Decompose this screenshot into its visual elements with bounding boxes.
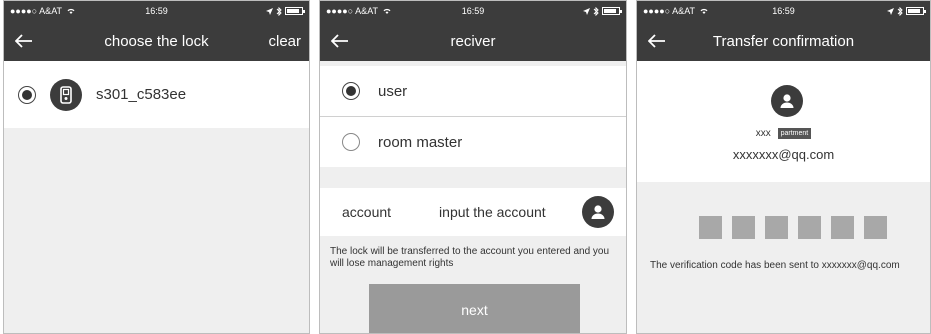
- battery-icon: [285, 7, 305, 15]
- back-arrow-icon: [15, 34, 32, 48]
- carrier-label: ●●●●○ A&AT: [643, 6, 696, 16]
- recipient-name-row: xxx partment: [637, 128, 930, 139]
- recipient-name: xxx: [755, 128, 771, 140]
- location-arrow-icon: [266, 7, 273, 15]
- screen-choose-lock: ●●●●○ A&AT 16:59 choose the lock clear s…: [3, 0, 310, 334]
- lock-list: s301_c583ee: [4, 61, 309, 128]
- wifi-icon: [67, 8, 75, 14]
- back-arrow-icon: [648, 34, 665, 48]
- location-arrow-icon: [583, 7, 590, 15]
- code-box[interactable]: [732, 216, 755, 239]
- carrier-label: ●●●●○ A&AT: [326, 6, 379, 16]
- department-badge: partment: [777, 128, 812, 139]
- code-sent-message: The verification code has been sent to x…: [650, 260, 900, 271]
- user-radio[interactable]: [342, 82, 360, 100]
- nav-bar: reciver: [320, 21, 626, 61]
- screen-receiver: ●●●●○ A&AT 16:59 reciver user room maste…: [319, 0, 627, 334]
- verification-code-input[interactable]: [699, 216, 887, 239]
- battery-icon: [906, 7, 926, 15]
- bluetooth-icon: [897, 6, 903, 16]
- screen-transfer-confirmation: ●●●●○ A&AT 16:59 Transfer confirmation x…: [636, 0, 931, 334]
- lock-radio[interactable]: [18, 85, 36, 104]
- code-box[interactable]: [699, 216, 722, 239]
- option-label: user: [378, 82, 408, 100]
- code-box[interactable]: [831, 216, 854, 239]
- contact-avatar-icon[interactable]: [582, 196, 614, 228]
- clear-button[interactable]: clear: [268, 33, 301, 50]
- transfer-note: The lock will be transferred to the acco…: [330, 246, 610, 269]
- wifi-icon: [700, 8, 708, 14]
- recipient-avatar-icon: [771, 85, 803, 117]
- recipient-card: [637, 61, 930, 182]
- nav-bar: Transfer confirmation: [637, 21, 930, 61]
- code-box[interactable]: [864, 216, 887, 239]
- location-arrow-icon: [887, 7, 894, 15]
- carrier-label: ●●●●○ A&AT: [10, 6, 63, 16]
- next-button[interactable]: next: [369, 284, 580, 333]
- lock-icon: [50, 78, 82, 111]
- status-bar: ●●●●○ A&AT 16:59: [4, 1, 309, 21]
- wifi-icon: [383, 8, 391, 14]
- page-title: Transfer confirmation: [712, 32, 855, 50]
- account-label: account: [342, 204, 392, 220]
- account-row: account input the account: [320, 188, 626, 236]
- page-title: reciver: [450, 32, 496, 50]
- bluetooth-icon: [593, 6, 599, 16]
- status-bar: ●●●●○ A&AT 16:59: [320, 1, 626, 21]
- back-arrow-icon: [331, 34, 348, 48]
- account-input[interactable]: input the account: [439, 204, 546, 220]
- page-title: choose the lock: [104, 32, 209, 50]
- nav-bar: choose the lock clear: [4, 21, 309, 61]
- code-box[interactable]: [798, 216, 821, 239]
- bluetooth-icon: [276, 6, 282, 16]
- back-button[interactable]: [637, 21, 677, 61]
- option-label: room master: [378, 133, 463, 151]
- receiver-options: user room master: [320, 66, 626, 167]
- back-button[interactable]: [320, 21, 360, 61]
- battery-icon: [602, 7, 622, 15]
- option-user[interactable]: user: [320, 66, 626, 116]
- lock-list-item[interactable]: s301_c583ee: [4, 61, 309, 128]
- status-bar: ●●●●○ A&AT 16:59: [637, 1, 930, 21]
- code-box[interactable]: [765, 216, 788, 239]
- lock-name: s301_c583ee: [96, 86, 187, 103]
- room-master-radio[interactable]: [342, 133, 360, 151]
- recipient-email: xxxxxxx@qq.com: [732, 147, 835, 162]
- option-room-master[interactable]: room master: [320, 117, 626, 167]
- back-button[interactable]: [4, 21, 44, 61]
